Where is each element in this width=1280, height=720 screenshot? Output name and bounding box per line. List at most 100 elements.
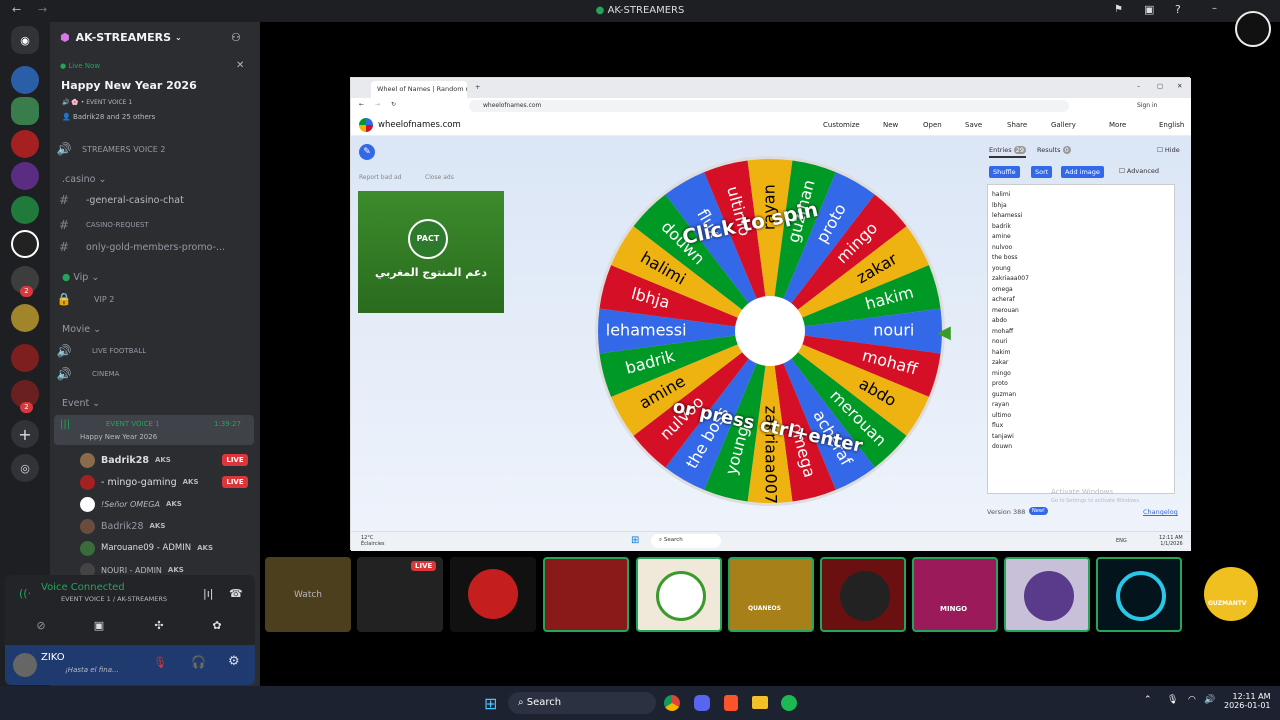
- minimize-icon[interactable]: –: [1212, 3, 1217, 14]
- menu-open[interactable]: Open: [923, 121, 942, 129]
- add-server-icon[interactable]: +: [11, 420, 39, 448]
- site-name[interactable]: wheelofnames.com: [378, 120, 461, 130]
- new-tab-icon[interactable]: +: [475, 83, 480, 91]
- shared-screen-browser[interactable]: Wheel of Names | Random nam ✕ + – ▢ ✕ ← …: [350, 77, 1191, 551]
- voice-user[interactable]: !Señor OMEGA AKS: [80, 495, 182, 513]
- browser-tab[interactable]: Wheel of Names | Random nam ✕: [371, 81, 467, 98]
- menu-save[interactable]: Save: [965, 121, 982, 129]
- discover-icon[interactable]: ◎: [11, 454, 39, 482]
- channel-event-voice-active[interactable]: ||| EVENT VOICE 1 1:39:27 Happy New Year…: [54, 415, 254, 445]
- participant-tile[interactable]: [543, 557, 629, 632]
- inner-windows-icon[interactable]: ⊞: [631, 535, 639, 546]
- mic-icon[interactable]: 🎙: [1167, 695, 1178, 705]
- spotify-icon[interactable]: [781, 695, 797, 711]
- channel-streamers-voice[interactable]: 🔊 STREAMERS VOICE 2: [56, 140, 166, 158]
- close-ads-link[interactable]: Close ads: [425, 174, 454, 181]
- menu-customize[interactable]: Customize: [823, 121, 860, 129]
- participant-tile[interactable]: QUANEOS: [728, 557, 814, 632]
- menu-share[interactable]: Share: [1007, 121, 1027, 129]
- discord-home-icon[interactable]: ◉: [11, 26, 39, 54]
- voice-channel-name[interactable]: EVENT VOICE 1 / AK-STREAMERS: [61, 595, 167, 603]
- stream-tile[interactable]: LIVE: [357, 557, 443, 632]
- voice-user[interactable]: Badrik28 AKS: [80, 517, 165, 535]
- activities-button[interactable]: ✣: [133, 615, 185, 637]
- disconnect-icon[interactable]: ☎: [229, 587, 243, 600]
- sort-button[interactable]: Sort: [1031, 166, 1053, 178]
- wifi-icon[interactable]: ◠: [1188, 695, 1196, 705]
- wheel-center[interactable]: [735, 296, 805, 366]
- server-icon[interactable]: [11, 162, 39, 190]
- tab-results[interactable]: Results 0: [1037, 146, 1071, 154]
- channel-live-football[interactable]: 🔊 LIVE FOOTBALL: [56, 342, 147, 360]
- inner-search[interactable]: ⌕ Search: [651, 534, 721, 548]
- participant-tile[interactable]: [820, 557, 906, 632]
- watch-tile[interactable]: Watch: [265, 557, 351, 632]
- category-casino[interactable]: .casino ⌄: [62, 174, 106, 185]
- channel-casino-request[interactable]: # CASINO-REQUEST: [56, 216, 149, 234]
- channel-cinema[interactable]: 🔊 CINEMA: [56, 365, 120, 383]
- menu-new[interactable]: New: [883, 121, 898, 129]
- voice-user[interactable]: Badrik28 AKS: [80, 451, 171, 469]
- menu-gallery[interactable]: Gallery: [1051, 121, 1076, 129]
- live-now-card[interactable]: ● Live Now ✕ Happy New Year 2026 🔊 🌸 • E…: [50, 54, 260, 132]
- participant-tile[interactable]: [636, 557, 722, 632]
- back-icon[interactable]: ←: [359, 101, 364, 108]
- tab-entries[interactable]: Entries 29: [989, 146, 1026, 158]
- participant-tile[interactable]: MINGO: [912, 557, 998, 632]
- participant-tile[interactable]: [450, 557, 536, 632]
- threads-icon[interactable]: ⚑: [1114, 4, 1123, 15]
- shuffle-button[interactable]: Shuffle: [989, 166, 1020, 178]
- file-explorer-icon[interactable]: [752, 696, 768, 709]
- reload-icon[interactable]: ↻: [391, 101, 396, 108]
- sign-in-link[interactable]: Sign in: [1137, 102, 1157, 109]
- taskbar-clock[interactable]: 12:11 AM 2026-01-01: [1224, 692, 1271, 710]
- taskbar-search[interactable]: ⌕ Search: [508, 692, 656, 714]
- avatar[interactable]: [13, 653, 37, 677]
- window-minimize-icon[interactable]: –: [1137, 82, 1140, 90]
- discord-icon[interactable]: [694, 695, 710, 711]
- voice-user[interactable]: Marouane09 - ADMIN AKS: [80, 539, 213, 557]
- participant-tile[interactable]: GUZMANTV: [1188, 557, 1274, 632]
- tray-chevron-icon[interactable]: ⌃: [1144, 695, 1152, 705]
- changelog-link[interactable]: Changelog: [1143, 508, 1178, 516]
- chrome-icon[interactable]: [664, 695, 680, 711]
- ad-banner[interactable]: PACT دعم المنتوج المغربي: [358, 191, 504, 313]
- server-icon[interactable]: [11, 344, 39, 372]
- close-icon[interactable]: ✕: [236, 60, 244, 71]
- server-icon[interactable]: [11, 196, 39, 224]
- forward-icon[interactable]: →: [375, 101, 380, 108]
- menu-more[interactable]: More: [1109, 121, 1126, 129]
- channel-gold-promo[interactable]: # only-gold-members-promo-...: [56, 238, 225, 256]
- volume-icon[interactable]: 🔊: [1204, 695, 1215, 705]
- settings-gear-icon[interactable]: ⚙: [228, 654, 240, 669]
- category-event[interactable]: Event ⌄: [62, 398, 100, 409]
- channel-vip2[interactable]: 🔒 VIP 2: [56, 290, 115, 308]
- voice-user[interactable]: - mingo-gaming AKS: [80, 473, 199, 491]
- add-member-icon[interactable]: ⚇: [231, 31, 241, 44]
- server-icon[interactable]: [11, 66, 39, 94]
- server-icon[interactable]: [11, 130, 39, 158]
- server-icon-og[interactable]: [11, 230, 39, 258]
- inbox-icon[interactable]: ▣: [1144, 3, 1154, 16]
- server-icon[interactable]: [11, 304, 39, 332]
- server-header[interactable]: ⬢ AK-STREAMERS ⌄: [60, 31, 182, 44]
- advanced-checkbox[interactable]: ☐ Advanced: [1119, 167, 1159, 175]
- headphones-icon[interactable]: 🎧: [191, 655, 206, 669]
- add-image-button[interactable]: Add image: [1061, 166, 1104, 178]
- server-icon-ak[interactable]: [11, 97, 39, 125]
- mute-icon[interactable]: 🎙: [153, 656, 167, 669]
- edit-icon[interactable]: ✎: [359, 144, 375, 160]
- start-icon[interactable]: ⊞: [484, 694, 497, 713]
- screen-share-button[interactable]: ▣: [73, 615, 125, 637]
- category-vip[interactable]: ● Vip ⌄: [62, 272, 99, 283]
- url-field[interactable]: wheelofnames.com: [469, 100, 1069, 112]
- voice-connected-status[interactable]: Voice Connected: [41, 582, 125, 593]
- window-close-icon[interactable]: ✕: [1177, 82, 1182, 90]
- menu-language[interactable]: English: [1159, 121, 1184, 129]
- category-movie[interactable]: Movie ⌄: [62, 324, 101, 335]
- hide-checkbox[interactable]: ☐ Hide: [1157, 146, 1180, 154]
- participant-tile[interactable]: [1004, 557, 1090, 632]
- participant-tile[interactable]: [1096, 557, 1182, 632]
- report-ad-link[interactable]: Report bad ad: [359, 174, 401, 181]
- noise-suppression-icon[interactable]: |ı|: [203, 587, 213, 600]
